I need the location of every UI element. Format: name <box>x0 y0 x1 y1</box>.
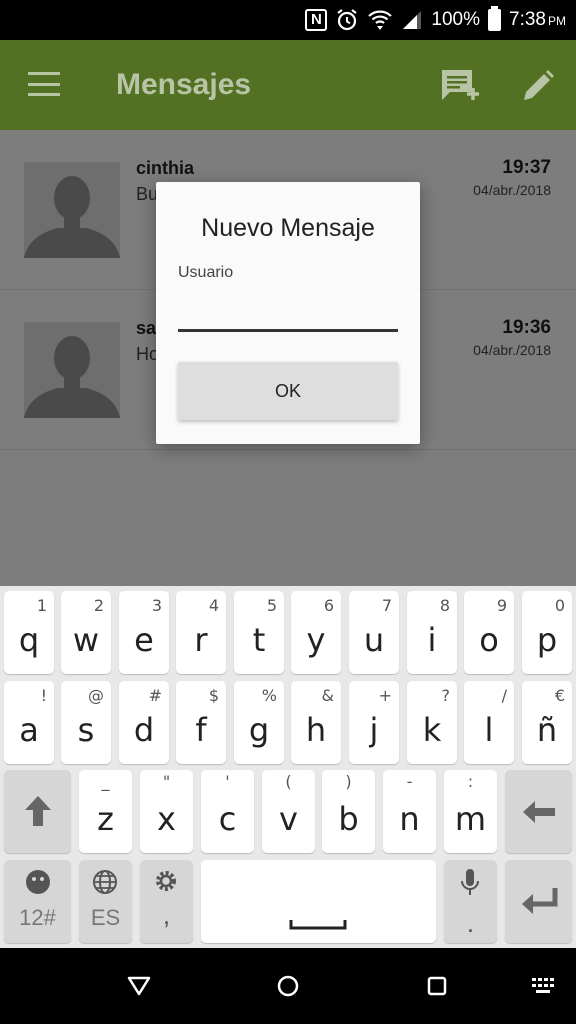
page-title: Mensajes <box>116 68 252 101</box>
avatar <box>24 162 120 258</box>
settings-comma-key[interactable]: , <box>140 860 193 943</box>
contact-name: sa <box>136 318 157 338</box>
globe-icon <box>93 870 117 894</box>
new-message-dialog: Nuevo Mensaje Usuario OK <box>156 182 420 444</box>
microphone-icon <box>461 869 479 895</box>
back-icon[interactable] <box>125 972 153 1000</box>
key-e[interactable]: 3e <box>119 591 169 674</box>
menu-icon[interactable] <box>28 72 60 96</box>
key-q[interactable]: 1q <box>4 591 54 674</box>
emoji-numbers-key[interactable]: 12# <box>4 860 71 943</box>
keyboard: 1q 2w 3e 4r 5t 6y 7u 8i 9o 0p ! a @ s # d $… <box>0 586 576 948</box>
app-bar: Mensajes <box>0 40 576 130</box>
wifi-icon <box>367 8 393 32</box>
enter-key[interactable] <box>505 860 572 943</box>
key-i[interactable]: 8i <box>407 591 457 674</box>
key-b[interactable]: ) b <box>322 770 375 853</box>
edit-icon[interactable] <box>520 68 556 104</box>
battery-percent: 100% <box>431 9 481 30</box>
message-time: 19:36 <box>502 317 551 338</box>
user-input[interactable] <box>178 284 398 332</box>
key-d[interactable]: # d <box>119 681 169 764</box>
signal-icon <box>401 9 423 31</box>
backspace-key[interactable] <box>505 770 572 853</box>
key-w[interactable]: 2w <box>61 591 111 674</box>
home-icon[interactable] <box>274 972 302 1000</box>
enter-arrow-icon <box>522 888 558 914</box>
nfc-icon: N <box>305 9 328 31</box>
key-x[interactable]: " x <box>140 770 193 853</box>
key-l[interactable]: / l <box>464 681 514 764</box>
key-z[interactable]: _ z <box>79 770 132 853</box>
key-g[interactable]: % g <box>234 681 284 764</box>
key-j[interactable]: + j <box>349 681 399 764</box>
key-o[interactable]: 9o <box>464 591 514 674</box>
battery-icon <box>488 6 502 31</box>
dialog-title: Nuevo Mensaje <box>201 214 375 242</box>
key-r[interactable]: 4r <box>176 591 226 674</box>
key-k[interactable]: ? k <box>407 681 457 764</box>
key-v[interactable]: (v <box>262 770 315 853</box>
voice-period-key[interactable]: . <box>444 860 497 943</box>
backspace-arrow-icon <box>523 801 555 823</box>
contact-name: cinthia <box>136 158 195 178</box>
status-bar: N 100% 7:38 PM <box>0 0 576 40</box>
key-y[interactable]: 6y <box>291 591 341 674</box>
key-s[interactable]: @ s <box>61 681 111 764</box>
key-h[interactable]: & h <box>291 681 341 764</box>
key-p[interactable]: 0p <box>522 591 572 674</box>
recents-icon[interactable] <box>423 972 451 1000</box>
key-f[interactable]: $ f <box>176 681 226 764</box>
new-message-icon[interactable] <box>440 68 482 104</box>
message-date: 04/abr./2018 <box>473 342 551 358</box>
ok-button[interactable]: OK <box>178 362 398 420</box>
navigation-bar <box>0 948 576 1024</box>
shift-arrow-icon <box>25 796 51 826</box>
avatar <box>24 322 120 418</box>
user-field-label: Usuario <box>178 264 234 281</box>
key-a[interactable]: ! a <box>4 681 54 764</box>
key-t[interactable]: 5t <box>234 591 284 674</box>
alarm-icon <box>335 8 359 32</box>
space-bar-icon <box>289 920 347 930</box>
key-n[interactable]: -n <box>383 770 436 853</box>
shift-key[interactable] <box>4 770 71 853</box>
key-n-tilde[interactable]: € ñ <box>522 681 572 764</box>
language-key[interactable]: ES <box>79 860 132 943</box>
key-m[interactable]: :m <box>444 770 497 853</box>
emoji-icon <box>26 870 50 894</box>
message-preview: Bu <box>136 184 159 204</box>
space-key[interactable] <box>201 860 436 943</box>
message-time: 19:37 <box>502 157 551 178</box>
key-u[interactable]: 7u <box>349 591 399 674</box>
message-date: 04/abr./2018 <box>473 182 551 198</box>
keyboard-switch-icon[interactable] <box>530 972 558 1000</box>
clock: 7:38 PM <box>509 9 566 30</box>
gear-icon <box>156 871 176 891</box>
key-c[interactable]: ' c <box>201 770 254 853</box>
